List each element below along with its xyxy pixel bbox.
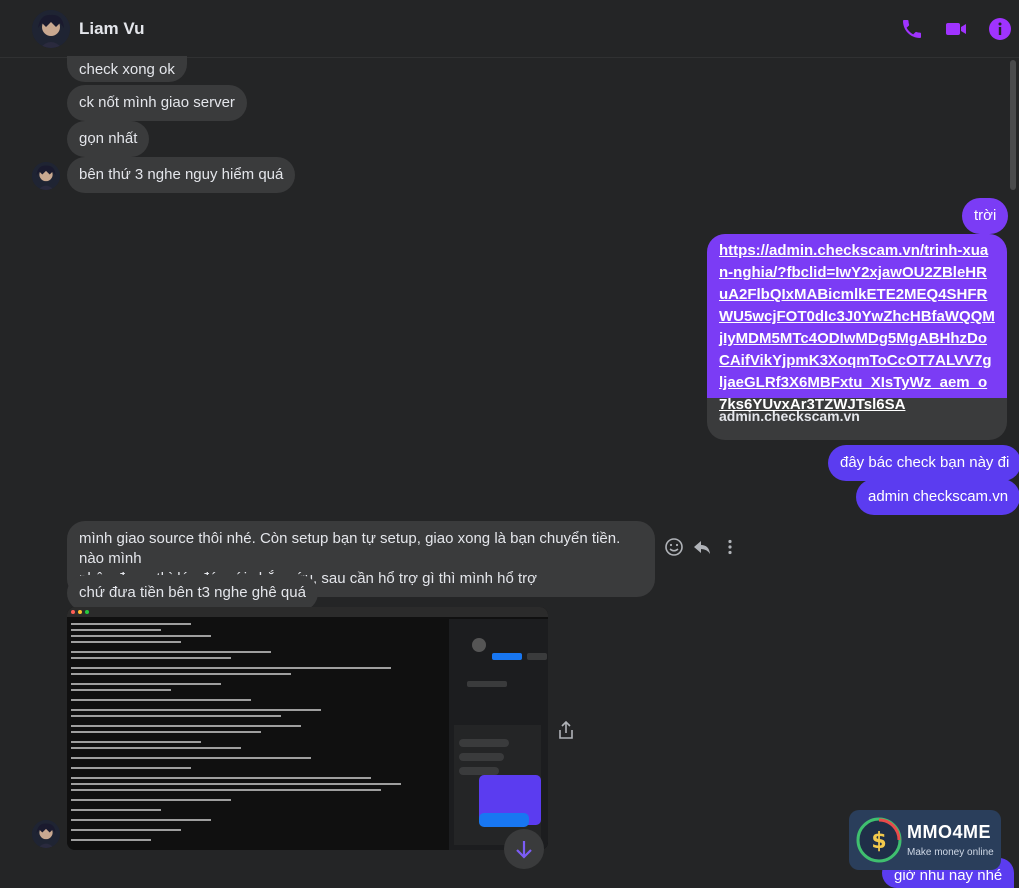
link-preview-url-area[interactable]: https://admin.checkscam.vn/trinh-xuan-ng… xyxy=(707,234,1007,413)
watermark-logo: $ MMO4ME Make money online xyxy=(849,810,1001,870)
share-icon[interactable] xyxy=(557,720,575,740)
message-incoming[interactable]: chứ đưa tiền bên t3 nghe ghê quá xyxy=(67,575,318,611)
emoji-react-icon[interactable] xyxy=(664,537,684,557)
sender-avatar[interactable] xyxy=(32,162,60,190)
message-line: mình giao source thôi nhé. Còn setup bạn… xyxy=(79,530,621,567)
watermark-subtitle: Make money online xyxy=(907,847,994,858)
link-preview-card[interactable]: https://admin.checkscam.vn/trinh-xuan-ng… xyxy=(707,234,1007,440)
message-outgoing[interactable]: trời xyxy=(962,198,1009,234)
scrollbar-thumb[interactable] xyxy=(1010,60,1016,190)
message-incoming[interactable]: gọn nhất xyxy=(67,121,150,157)
video-call-icon[interactable] xyxy=(944,17,968,41)
sender-avatar[interactable] xyxy=(32,820,60,848)
contact-name[interactable]: Liam Vu xyxy=(79,19,145,39)
message-incoming[interactable]: bên thứ 3 nghe nguy hiểm quá xyxy=(67,157,296,193)
phone-icon[interactable] xyxy=(900,17,924,41)
more-options-icon[interactable] xyxy=(720,537,740,557)
conversation-header: Liam Vu xyxy=(0,0,1019,58)
message-incoming[interactable]: ck nốt mình giao server xyxy=(67,85,247,121)
contact-avatar[interactable] xyxy=(32,10,70,48)
svg-text:$: $ xyxy=(871,829,886,854)
watermark-title: MMO4ME xyxy=(907,822,991,842)
attachment-thumbnail xyxy=(67,607,548,850)
scroll-down-icon xyxy=(516,841,532,859)
message-outgoing[interactable]: admin checkscam.vn xyxy=(856,479,1019,515)
image-attachment[interactable] xyxy=(67,607,548,850)
info-icon[interactable] xyxy=(988,17,1012,41)
reply-icon[interactable] xyxy=(692,537,712,557)
message-incoming[interactable]: check xong ok xyxy=(67,56,187,82)
link-url[interactable]: https://admin.checkscam.vn/trinh-xuan-ng… xyxy=(719,240,995,416)
scroll-to-bottom-button[interactable] xyxy=(504,829,544,869)
message-outgoing[interactable]: đây bác check bạn này đi xyxy=(828,445,1019,481)
dollar-coin-icon: $ xyxy=(856,817,902,863)
